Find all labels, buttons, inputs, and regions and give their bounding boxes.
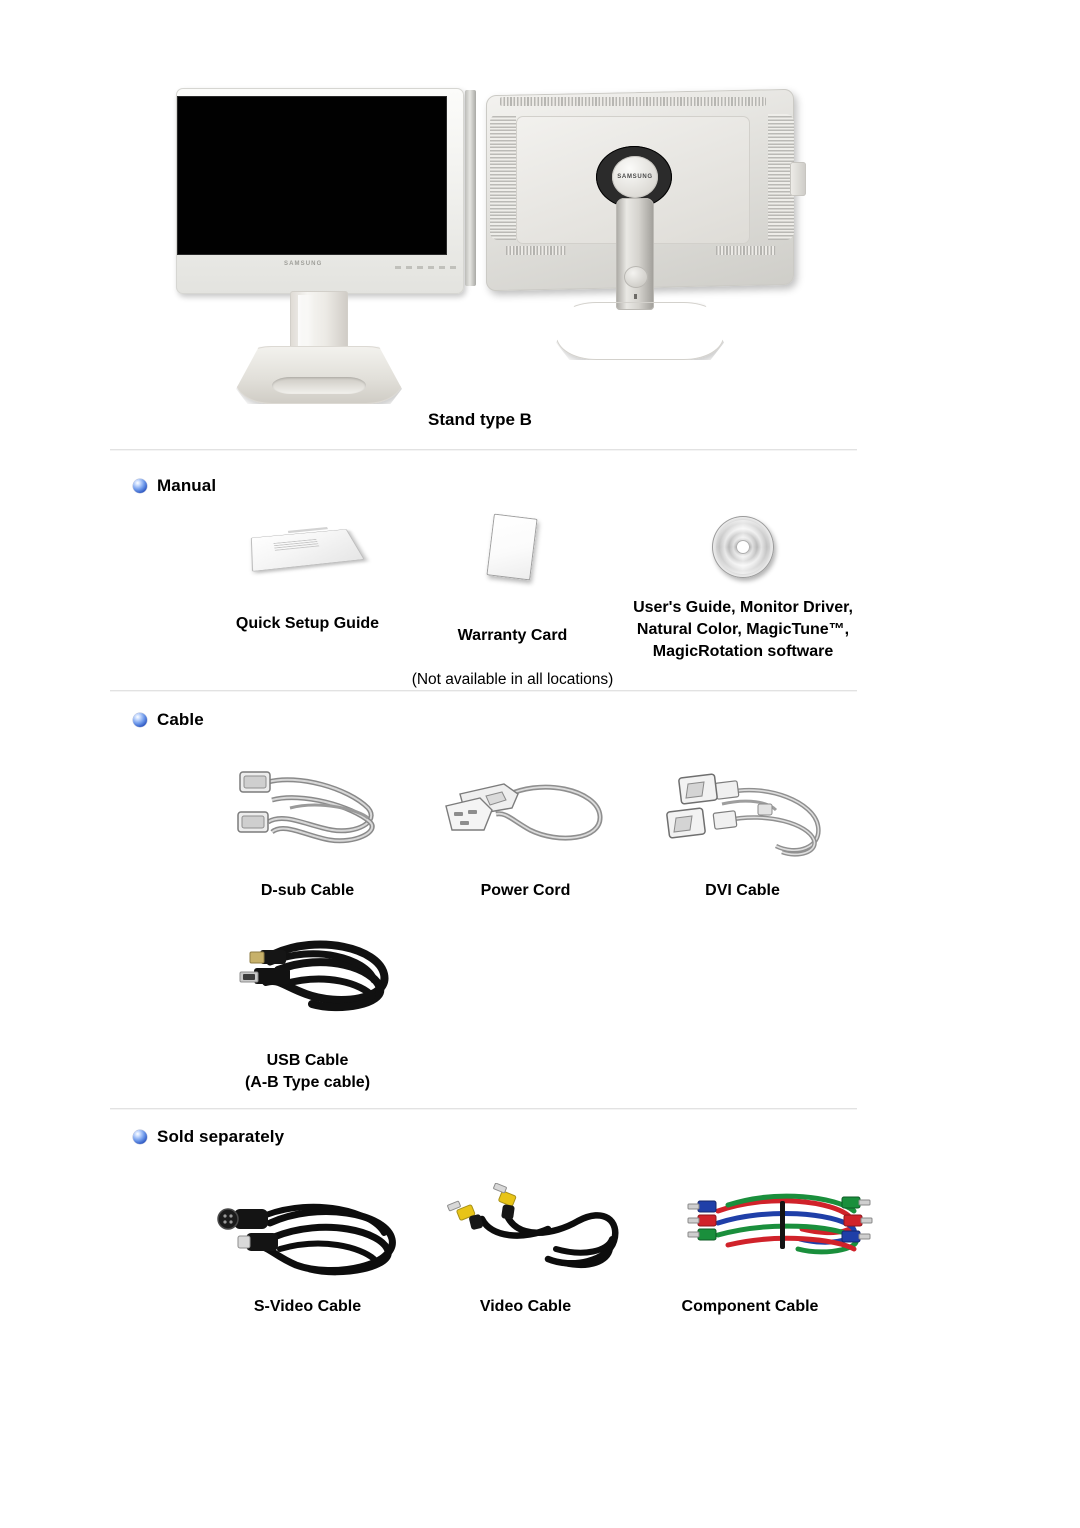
blue-sphere-bullet-icon [133, 479, 147, 493]
monitor-top-vent [500, 97, 766, 106]
power-cord-icon [445, 783, 603, 841]
video-cable-icon [447, 1183, 619, 1269]
usb-cable-icon [239, 940, 389, 1012]
monitor-left-vent [490, 114, 516, 240]
dvi-cable-icon [666, 773, 821, 857]
caption-warranty-card-note: (Not available in all locations) [411, 671, 614, 688]
caption-dvi-cable: DVI Cable [705, 882, 780, 899]
monitor-side-port [790, 162, 806, 196]
package-contents-page: SAMSUNG SAMSUNG Stand type B Manual Quic… [0, 0, 1080, 1528]
caption-power-cord: Power Cord [480, 882, 571, 899]
monitor-control-keys [395, 266, 461, 269]
monitor-stand-base-slot [272, 377, 366, 394]
booklet-cover [250, 529, 365, 572]
caption-users-guide-cd: User's Guide, Monitor Driver, Natural Co… [633, 599, 853, 660]
stand-type-caption: Stand type B [428, 410, 532, 429]
caption-video-cable: Video Cable [479, 1298, 572, 1315]
cd-disc-icon [712, 516, 774, 578]
monitor-lower-left-vent [506, 246, 566, 255]
caption-usb-cable: USB Cable (A-B Type cable) [244, 1052, 371, 1091]
svideo-cable-icon [217, 1203, 396, 1276]
booklet-icon [250, 519, 365, 577]
samsung-logo-front: SAMSUNG [284, 261, 323, 267]
section-header-cable: Cable [133, 710, 204, 730]
monitor-pivot-hub: SAMSUNG [612, 156, 658, 198]
card-icon [486, 513, 538, 581]
monitor-back-stand-base [556, 302, 724, 360]
monitor-back-view-image: SAMSUNG [478, 88, 808, 403]
caption-svideo-cable: S-Video Cable [253, 1298, 362, 1315]
caption-quick-setup-guide: Quick Setup Guide [235, 615, 380, 632]
caption-warranty-card: Warranty Card (Not available in all loca… [400, 603, 625, 691]
component-cable-icon [687, 1193, 873, 1255]
divider-cable-sold [110, 1108, 857, 1109]
section-title-cable: Cable [157, 710, 204, 729]
monitor-front-view-image: SAMSUNG [168, 88, 476, 404]
monitor-stand-base [236, 346, 402, 404]
caption-warranty-card-title: Warranty Card [457, 627, 568, 644]
section-header-manual: Manual [133, 476, 216, 496]
divider-manual-cable [110, 690, 857, 691]
section-title-sold-separately: Sold separately [157, 1127, 285, 1146]
blue-sphere-bullet-icon [133, 713, 147, 727]
divider-top [110, 449, 857, 450]
caption-component-cable: Component Cable [681, 1298, 819, 1315]
monitor-screen [177, 96, 447, 255]
section-header-sold-separately: Sold separately [133, 1127, 284, 1147]
samsung-logo-back: SAMSUNG [617, 174, 653, 180]
monitor-base-screw [634, 294, 637, 299]
monitor-lower-right-vent [716, 246, 776, 255]
dsub-cable-icon [237, 771, 375, 844]
blue-sphere-bullet-icon [133, 1130, 147, 1144]
monitor-side-panel [465, 90, 476, 286]
monitor-height-adjust-dial [624, 266, 648, 288]
caption-dsub-cable: D-sub Cable [260, 882, 355, 899]
section-title-manual: Manual [157, 476, 217, 495]
